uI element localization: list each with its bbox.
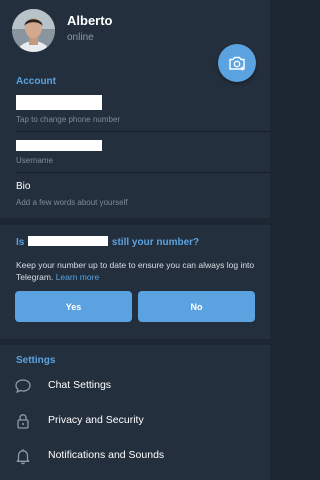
profile-status: online xyxy=(67,32,94,43)
settings-item-notifications[interactable]: Notifications and Sounds xyxy=(0,439,270,473)
settings-item-label: Notifications and Sounds xyxy=(48,449,165,461)
bio-label[interactable]: Bio xyxy=(16,181,30,192)
settings-section: Settings Chat Settings Privacy and Secur… xyxy=(0,345,270,480)
divider xyxy=(16,131,270,132)
profile-name: Alberto xyxy=(67,13,113,28)
account-section: Account Tap to change phone number Usern… xyxy=(0,62,270,218)
lock-icon xyxy=(17,414,29,429)
avatar[interactable] xyxy=(12,9,55,52)
camera-add-icon xyxy=(229,56,245,71)
username-hint: Username xyxy=(16,156,53,165)
settings-item-label: Privacy and Security xyxy=(48,414,144,426)
check-phone-prompt: Is still your number? Keep your number u… xyxy=(0,225,270,339)
no-button[interactable]: No xyxy=(138,291,255,322)
chat-bubble-icon xyxy=(15,379,31,394)
settings-item-privacy[interactable]: Privacy and Security xyxy=(0,404,270,438)
set-photo-button[interactable] xyxy=(218,44,256,82)
account-title: Account xyxy=(16,76,56,87)
phone-number-redacted xyxy=(28,236,109,246)
settings-title: Settings xyxy=(16,355,56,366)
phone-hint: Tap to change phone number xyxy=(16,115,121,124)
phone-number-redacted[interactable] xyxy=(16,95,102,110)
settings-screen: Alberto online Account Tap to change pho… xyxy=(0,0,270,480)
settings-item-label: Chat Settings xyxy=(48,379,112,391)
yes-button[interactable]: Yes xyxy=(15,291,132,322)
prompt-text: Keep your number up to date to ensure yo… xyxy=(16,260,255,282)
bell-icon xyxy=(16,449,30,465)
username-redacted[interactable] xyxy=(16,140,102,151)
settings-item-chat[interactable]: Chat Settings xyxy=(0,369,270,403)
bio-hint: Add a few words about yourself xyxy=(16,198,128,207)
learn-more-link[interactable]: Learn more xyxy=(56,272,99,282)
divider xyxy=(16,172,270,173)
prompt-title: Is still your number? xyxy=(16,236,200,248)
